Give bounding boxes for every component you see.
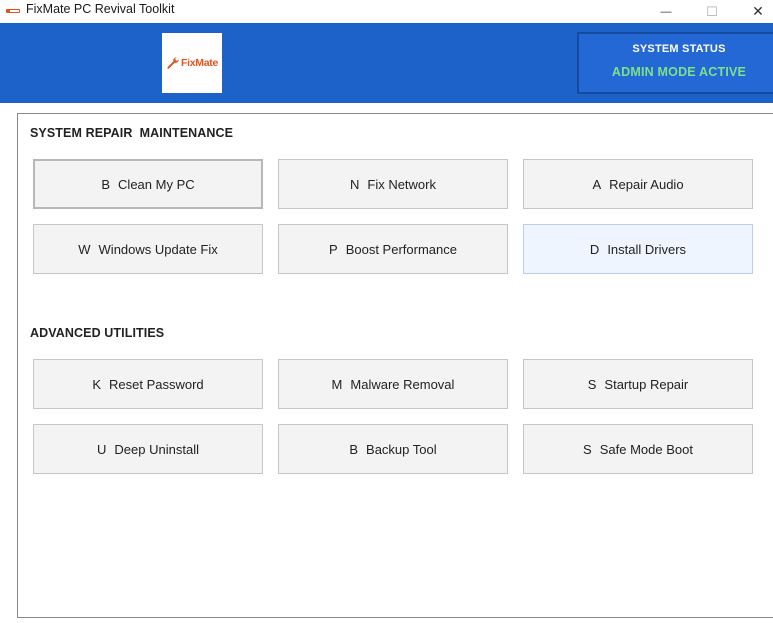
fix-network-button[interactable]: N Fix Network: [278, 159, 508, 209]
button-label: Startup Repair: [604, 376, 689, 392]
safe-mode-boot-button[interactable]: S Safe Mode Boot: [523, 424, 753, 474]
button-shortcut: B: [349, 441, 359, 457]
button-label: Boost Performance: [345, 241, 457, 257]
button-label: Repair Audio: [609, 176, 684, 192]
minimize-icon: —: [660, 5, 672, 18]
button-label: Malware Removal: [350, 376, 455, 392]
windows-update-fix-button[interactable]: W Windows Update Fix: [33, 224, 263, 274]
button-shortcut: K: [92, 376, 101, 392]
app-icon: [6, 9, 20, 13]
button-label: Clean My PC: [118, 176, 195, 192]
maximize-icon: ☐: [706, 3, 718, 19]
app-header: FixMate SYSTEM STATUS ADMIN MODE ACTIVE: [0, 23, 773, 103]
maximize-button[interactable]: ☐: [689, 0, 735, 23]
section-title-advanced-utilities: ADVANCED UTILITIES: [30, 326, 165, 340]
backup-tool-button[interactable]: B Backup Tool: [278, 424, 508, 474]
button-label: Reset Password: [109, 376, 204, 392]
wrench-icon: [167, 57, 179, 69]
button-shortcut: W: [78, 241, 91, 257]
button-shortcut: U: [97, 441, 107, 457]
button-label: Install Drivers: [607, 241, 687, 257]
button-shortcut: D: [589, 241, 600, 257]
title-bar: FixMate PC Revival Toolkit — ☐ ✕: [0, 0, 773, 23]
logo: FixMate: [162, 33, 222, 93]
window-title: FixMate PC Revival Toolkit: [26, 2, 175, 16]
button-label: Fix Network: [367, 176, 436, 192]
system-status-panel: SYSTEM STATUS ADMIN MODE ACTIVE: [577, 32, 773, 94]
button-shortcut: P: [329, 241, 338, 257]
logo-text: FixMate: [181, 57, 218, 69]
clean-my-pc-button[interactable]: B Clean My PC: [33, 159, 263, 209]
install-drivers-button[interactable]: D Install Drivers: [523, 224, 753, 274]
deep-uninstall-button[interactable]: U Deep Uninstall: [33, 424, 263, 474]
button-shortcut: M: [331, 376, 343, 392]
button-label: Windows Update Fix: [98, 241, 218, 257]
status-title: SYSTEM STATUS: [632, 43, 726, 55]
button-shortcut: N: [349, 176, 360, 192]
button-shortcut: S: [587, 376, 597, 392]
button-shortcut: B: [101, 176, 111, 192]
section-title-system-repair: SYSTEM REPAIR MAINTENANCE: [30, 126, 234, 140]
repair-audio-button[interactable]: A Repair Audio: [523, 159, 753, 209]
button-label: Backup Tool: [366, 441, 437, 457]
malware-removal-button[interactable]: M Malware Removal: [278, 359, 508, 409]
boost-performance-button[interactable]: P Boost Performance: [278, 224, 508, 274]
minimize-button[interactable]: —: [643, 0, 689, 23]
startup-repair-button[interactable]: S Startup Repair: [523, 359, 753, 409]
status-value: ADMIN MODE ACTIVE: [611, 65, 747, 79]
close-icon: ✕: [752, 3, 764, 19]
button-shortcut: S: [583, 441, 592, 457]
main-panel: SYSTEM REPAIR MAINTENANCE B Clean My PC …: [17, 113, 773, 618]
button-label: Deep Uninstall: [114, 441, 199, 457]
reset-password-button[interactable]: K Reset Password: [33, 359, 263, 409]
button-shortcut: A: [592, 176, 602, 192]
close-button[interactable]: ✕: [735, 0, 773, 23]
button-label: Safe Mode Boot: [599, 441, 693, 457]
